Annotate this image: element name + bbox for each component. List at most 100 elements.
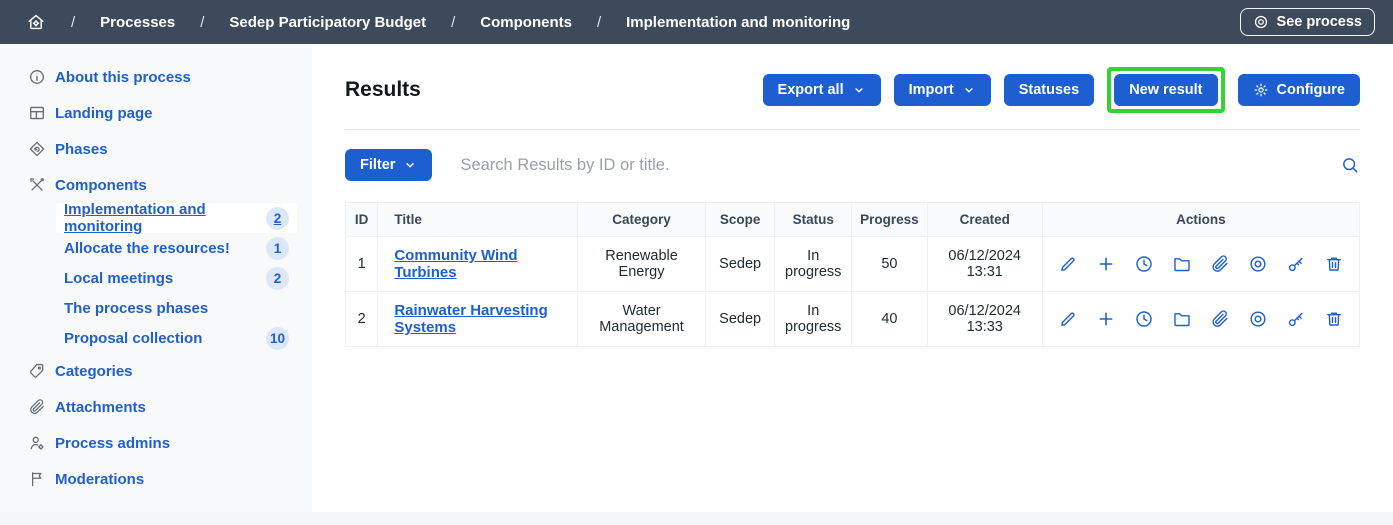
breadcrumb-separator: / — [451, 14, 455, 31]
count-badge: 2 — [266, 267, 289, 290]
folder-action-button[interactable] — [1172, 309, 1192, 329]
add-action-button[interactable] — [1096, 254, 1116, 274]
breadcrumb-separator: / — [200, 14, 204, 31]
result-link[interactable]: Community Wind Turbines — [394, 247, 517, 281]
sidebar-subitem-the-process-phases[interactable]: The process phases — [56, 293, 297, 323]
cell-title: Community Wind Turbines — [378, 237, 578, 292]
permissions-action-button[interactable] — [1286, 254, 1306, 274]
user-gear-icon — [28, 434, 46, 452]
new-result-button[interactable]: New result — [1114, 74, 1217, 106]
sidebar-item-components[interactable]: Components — [0, 167, 312, 203]
chevron-down-icon — [852, 83, 866, 97]
sidebar-item-categories[interactable]: Categories — [0, 353, 312, 389]
cell-id: 2 — [346, 292, 378, 347]
sidebar-item-label: Categories — [55, 363, 133, 380]
tag-icon — [28, 362, 46, 380]
sidebar-item-label: Components — [55, 177, 147, 194]
cell-scope: Sedep — [705, 292, 774, 347]
sidebar-item-label: Moderations — [55, 471, 144, 488]
preview-action-button[interactable] — [1248, 254, 1268, 274]
sidebar-subitem-implementation-and-monitoring[interactable]: Implementation and monitoring 2 — [56, 203, 297, 233]
sidebar-item-label: Process admins — [55, 435, 170, 452]
chevron-down-icon — [962, 83, 976, 97]
cell-category: Renewable Energy — [578, 237, 706, 292]
cell-title: Rainwater Harvesting Systems — [378, 292, 578, 347]
timeline-action-button[interactable] — [1134, 254, 1154, 274]
annotation-highlight-box: New result — [1107, 67, 1224, 113]
sidebar: About this process Landing page Phases — [0, 44, 312, 512]
folder-action-button[interactable] — [1172, 254, 1192, 274]
cell-id: 1 — [346, 237, 378, 292]
sidebar-item-label: Phases — [55, 141, 108, 158]
breadcrumb-separator: / — [597, 14, 601, 31]
statuses-button[interactable]: Statuses — [1004, 74, 1094, 106]
sidebar-subitem-local-meetings[interactable]: Local meetings 2 — [56, 263, 297, 293]
search-icon[interactable] — [1340, 155, 1360, 175]
cell-progress: 50 — [852, 237, 928, 292]
col-header-id: ID — [346, 203, 378, 237]
attachments-action-button[interactable] — [1210, 254, 1230, 274]
sidebar-item-attachments[interactable]: Attachments — [0, 389, 312, 425]
timeline-action-button[interactable] — [1134, 309, 1154, 329]
search-input[interactable] — [458, 155, 1314, 176]
cell-status: In progress — [775, 237, 852, 292]
header-divider — [345, 129, 1360, 130]
import-button[interactable]: Import — [894, 74, 991, 106]
breadcrumb-processes[interactable]: Processes — [100, 14, 175, 31]
see-process-button[interactable]: See process — [1240, 8, 1375, 36]
results-table: ID Title Category Scope Status Progress … — [345, 202, 1360, 347]
permissions-action-button[interactable] — [1286, 309, 1306, 329]
count-badge: 10 — [266, 327, 289, 350]
home-icon[interactable] — [26, 12, 46, 32]
layout-icon — [28, 104, 46, 122]
eye-icon — [1253, 14, 1269, 30]
gear-icon — [1253, 82, 1269, 98]
results-toolbar: Export all Import Statuses New re — [763, 67, 1360, 113]
filter-search-row: Filter — [345, 149, 1360, 181]
filter-button[interactable]: Filter — [345, 149, 432, 181]
page-title: Results — [345, 78, 421, 102]
breadcrumb-separator: / — [71, 14, 75, 31]
preview-action-button[interactable] — [1248, 309, 1268, 329]
col-header-actions: Actions — [1042, 203, 1359, 237]
breadcrumb-components[interactable]: Components — [480, 14, 572, 31]
delete-action-button[interactable] — [1324, 309, 1344, 329]
col-header-progress: Progress — [852, 203, 928, 237]
count-badge: 2 — [266, 207, 289, 230]
result-link[interactable]: Rainwater Harvesting Systems — [394, 302, 547, 336]
cell-category: Water Management — [578, 292, 706, 347]
add-action-button[interactable] — [1096, 309, 1116, 329]
sidebar-item-landing-page[interactable]: Landing page — [0, 95, 312, 131]
sidebar-item-about[interactable]: About this process — [0, 59, 312, 95]
page-bottom-strip — [0, 512, 1393, 525]
attachments-action-button[interactable] — [1210, 309, 1230, 329]
sidebar-subitem-allocate-the-resources[interactable]: Allocate the resources! 1 — [56, 233, 297, 263]
cell-progress: 40 — [852, 292, 928, 347]
col-header-title: Title — [378, 203, 578, 237]
sidebar-subitem-proposal-collection[interactable]: Proposal collection 10 — [56, 323, 297, 353]
phases-icon — [28, 140, 46, 158]
sidebar-item-moderations[interactable]: Moderations — [0, 461, 312, 497]
breadcrumb-current-component[interactable]: Implementation and monitoring — [626, 14, 850, 31]
delete-action-button[interactable] — [1324, 254, 1344, 274]
cell-scope: Sedep — [705, 237, 774, 292]
edit-action-button[interactable] — [1058, 309, 1078, 329]
tools-icon — [28, 176, 46, 194]
export-all-button[interactable]: Export all — [763, 74, 881, 106]
cell-created: 06/12/2024 13:33 — [927, 292, 1042, 347]
cell-actions — [1042, 292, 1359, 347]
col-header-scope: Scope — [705, 203, 774, 237]
breadcrumb-process[interactable]: Sedep Participatory Budget — [229, 14, 426, 31]
main-panel: Results Export all Import Statuses — [312, 44, 1393, 512]
cell-created: 06/12/2024 13:31 — [927, 237, 1042, 292]
table-row: 2 Rainwater Harvesting Systems Water Man… — [346, 292, 1360, 347]
sidebar-item-phases[interactable]: Phases — [0, 131, 312, 167]
info-icon — [28, 68, 46, 86]
cell-actions — [1042, 237, 1359, 292]
table-row: 1 Community Wind Turbines Renewable Ener… — [346, 237, 1360, 292]
configure-button[interactable]: Configure — [1238, 74, 1360, 106]
count-badge: 1 — [266, 237, 289, 260]
chevron-down-icon — [403, 158, 417, 172]
sidebar-item-process-admins[interactable]: Process admins — [0, 425, 312, 461]
edit-action-button[interactable] — [1058, 254, 1078, 274]
